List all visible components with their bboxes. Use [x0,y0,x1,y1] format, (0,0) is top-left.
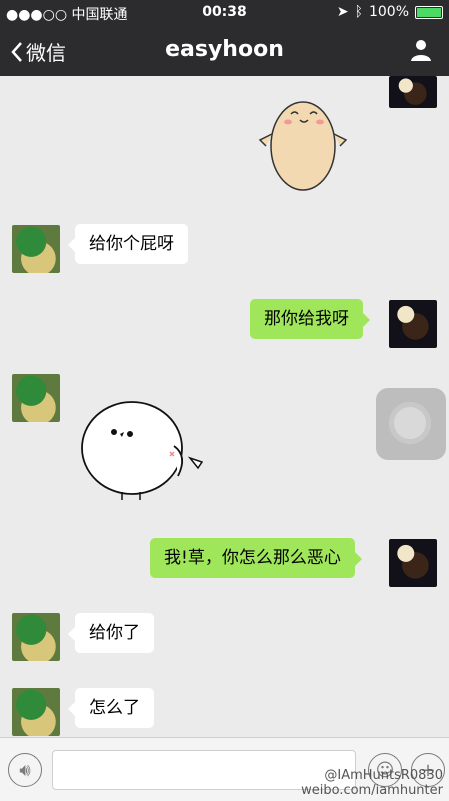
friend-avatar[interactable] [12,374,60,422]
friend-avatar[interactable] [12,613,60,661]
battery-icon [415,5,443,19]
status-bar: ●●●○○ 中国联通 00:38 ➤ ᛒ 100% [0,0,449,24]
friend-avatar[interactable] [12,225,60,273]
my-avatar[interactable] [389,76,437,108]
person-icon [411,40,431,61]
my-avatar[interactable] [389,539,437,587]
voice-icon: 🔊︎ [19,759,31,781]
message-bubble[interactable]: 给你了 [68,613,154,654]
voice-button[interactable]: 🔊︎ [8,753,42,787]
profile-button[interactable] [409,38,433,62]
message-text: 给你了 [89,623,140,643]
bluetooth-icon: ᛒ [354,4,363,20]
message-bubble[interactable]: 我!草，你怎么那么恶心 [150,538,362,579]
potato-sticker[interactable] [258,94,348,194]
message-bubble[interactable]: 那你给我呀 [250,299,370,340]
message-text: 怎么了 [89,698,140,718]
nav-bar: 微信 easyhoon [0,24,449,76]
message-text: 那你给我呀 [264,309,349,329]
white-bird-sticker[interactable] [78,396,213,506]
battery-percent: 100% [368,4,409,20]
my-avatar[interactable] [389,300,437,348]
message-bubble[interactable]: 怎么了 [68,688,154,729]
watermark-url: weibo.com/iamhunter [301,783,443,798]
watermark-handle: @IAmHuntsR0830 [324,768,443,783]
friend-avatar[interactable] [12,688,60,736]
chat-title: easyhoon [165,37,284,62]
status-right-group: ➤ ᛒ 100% [337,4,443,20]
message-text: 我!草，你怎么那么恶心 [164,548,341,568]
message-bubble[interactable]: 给你个屁呀 [68,224,188,265]
location-icon: ➤ [336,4,349,20]
input-bar: 🔊︎ ☺ + @IAmHuntsR0830 weibo.com/iamhunte… [0,737,449,801]
assistive-touch-button[interactable] [376,388,446,460]
message-text: 给你个屁呀 [89,234,174,254]
